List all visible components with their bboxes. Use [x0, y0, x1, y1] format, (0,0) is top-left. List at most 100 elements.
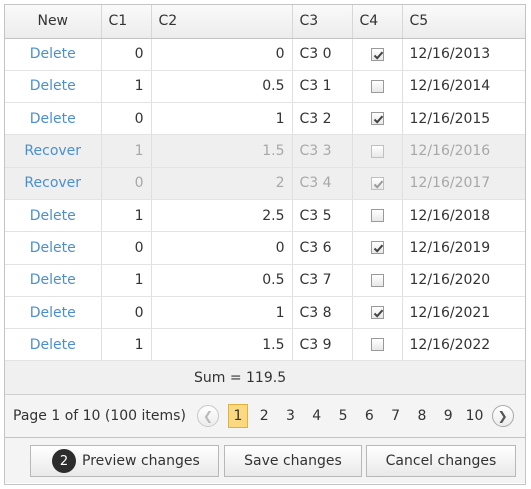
- page-button[interactable]: 3: [277, 404, 303, 428]
- checkbox-unchecked[interactable]: [370, 338, 384, 352]
- column-header-c4[interactable]: C4: [352, 5, 403, 39]
- cell-c3[interactable]: C3 8: [292, 296, 353, 330]
- checkbox-checked[interactable]: [370, 47, 384, 61]
- cell-c5[interactable]: 12/16/2015: [402, 102, 525, 136]
- command-cell: Delete: [5, 296, 102, 330]
- cell-c2[interactable]: 1: [151, 296, 293, 330]
- cell-c4: [352, 38, 403, 71]
- cell-c4: [352, 264, 403, 297]
- cell-c2[interactable]: 2.5: [151, 199, 293, 233]
- cell-c1[interactable]: 1: [101, 264, 152, 297]
- cell-c1[interactable]: 0: [101, 102, 152, 136]
- cell-c2[interactable]: 0.5: [151, 70, 293, 104]
- column-header-c1[interactable]: C1: [101, 5, 152, 39]
- preview-changes-button[interactable]: 2 Preview changes: [30, 445, 219, 478]
- cell-c1[interactable]: 1: [101, 134, 152, 168]
- delete-link[interactable]: Delete: [30, 240, 76, 256]
- cell-c1[interactable]: 0: [101, 296, 152, 330]
- table-row: Recover 0 2 C3 4 12/16/2017: [5, 167, 525, 200]
- cell-c5[interactable]: 12/16/2022: [402, 328, 525, 362]
- cell-c2[interactable]: 1.5: [151, 328, 293, 362]
- cell-c4: [352, 102, 403, 136]
- checkbox-unchecked[interactable]: [370, 273, 384, 287]
- cell-c5[interactable]: 12/16/2017: [402, 167, 525, 200]
- page-button[interactable]: 8: [409, 404, 435, 428]
- cell-c3[interactable]: C3 5: [292, 199, 353, 233]
- page-button[interactable]: 4: [304, 404, 330, 428]
- save-changes-button[interactable]: Save changes: [224, 445, 362, 478]
- cell-c4: [352, 167, 403, 200]
- page-button[interactable]: 7: [382, 404, 408, 428]
- cell-c1[interactable]: 1: [101, 328, 152, 362]
- delete-link[interactable]: Delete: [30, 78, 76, 94]
- checkbox-checked[interactable]: [370, 176, 384, 190]
- cell-c5[interactable]: 12/16/2018: [402, 199, 525, 233]
- checkbox-unchecked[interactable]: [370, 79, 384, 93]
- cell-c5[interactable]: 12/16/2013: [402, 38, 525, 71]
- recover-link[interactable]: Recover: [24, 143, 81, 159]
- page-button[interactable]: 10: [461, 404, 487, 428]
- cell-c2[interactable]: 2: [151, 167, 293, 200]
- page-button[interactable]: 6: [356, 404, 382, 428]
- cell-c4: [352, 134, 403, 168]
- cell-c1[interactable]: 0: [101, 231, 152, 265]
- chevron-left-icon[interactable]: ❮: [197, 405, 219, 428]
- cell-c2[interactable]: 0.5: [151, 264, 293, 297]
- page-button[interactable]: 2: [251, 404, 277, 428]
- chevron-right-icon[interactable]: ❯: [491, 405, 514, 428]
- column-header-new[interactable]: New: [5, 5, 102, 39]
- cell-c1[interactable]: 0: [101, 167, 152, 200]
- cell-c3[interactable]: C3 1: [292, 70, 353, 104]
- sum-text: Sum = 119.5: [194, 370, 287, 387]
- delete-link[interactable]: Delete: [30, 305, 76, 321]
- cell-c3[interactable]: C3 7: [292, 264, 353, 297]
- cell-c5[interactable]: 12/16/2014: [402, 70, 525, 104]
- checkbox-unchecked[interactable]: [370, 209, 384, 223]
- delete-link[interactable]: Delete: [30, 111, 76, 127]
- cell-c4: [352, 328, 403, 362]
- cell-c1[interactable]: 0: [101, 38, 152, 71]
- column-header-c3[interactable]: C3: [292, 5, 353, 39]
- pager: Page 1 of 10 (100 items) ❮ 1 2 3 4 5 6 7 8 9 10 ❯: [5, 395, 525, 439]
- header-row: New C1 C2 C3 C4 C5: [5, 5, 525, 39]
- cell-c3[interactable]: C3 2: [292, 102, 353, 136]
- cell-c5[interactable]: 12/16/2021: [402, 296, 525, 330]
- delete-link[interactable]: Delete: [30, 46, 76, 62]
- cell-c1[interactable]: 1: [101, 70, 152, 104]
- cell-c5[interactable]: 12/16/2020: [402, 264, 525, 297]
- cell-c2[interactable]: 0: [151, 231, 293, 265]
- cell-c3[interactable]: C3 6: [292, 231, 353, 265]
- checkbox-checked[interactable]: [370, 306, 384, 320]
- command-cell: Recover: [5, 167, 102, 200]
- column-header-c2[interactable]: C2: [151, 5, 293, 39]
- delete-link[interactable]: Delete: [30, 208, 76, 224]
- delete-link[interactable]: Delete: [30, 272, 76, 288]
- cell-c2[interactable]: 1: [151, 102, 293, 136]
- page-button-current[interactable]: 1: [228, 404, 248, 429]
- command-cell: Delete: [5, 199, 102, 233]
- checkmark-icon: [373, 244, 383, 254]
- cell-c2[interactable]: 1.5: [151, 134, 293, 168]
- cell-c2[interactable]: 0: [151, 38, 293, 71]
- cancel-changes-button[interactable]: Cancel changes: [366, 445, 516, 478]
- checkmark-icon: [373, 180, 383, 189]
- cell-c4: [352, 70, 403, 104]
- table-row: Delete 0 0 C3 0 12/16/2013: [5, 38, 525, 71]
- pager-info: Page 1 of 10 (100 items): [13, 408, 186, 425]
- cell-c5[interactable]: 12/16/2019: [402, 231, 525, 265]
- checkbox-unchecked[interactable]: [370, 144, 384, 158]
- page-button[interactable]: 5: [330, 404, 356, 428]
- cell-c3[interactable]: C3 3: [292, 134, 353, 168]
- checkbox-checked[interactable]: [370, 241, 384, 255]
- cell-c5[interactable]: 12/16/2016: [402, 134, 525, 168]
- table-row: Delete 0 1 C3 8 12/16/2021: [5, 296, 525, 330]
- cell-c1[interactable]: 1: [101, 199, 152, 233]
- cell-c3[interactable]: C3 4: [292, 167, 353, 200]
- checkbox-checked[interactable]: [370, 112, 384, 126]
- recover-link[interactable]: Recover: [24, 175, 81, 191]
- column-header-c5[interactable]: C5: [402, 5, 525, 39]
- cell-c3[interactable]: C3 9: [292, 328, 353, 362]
- page-button[interactable]: 9: [435, 404, 461, 428]
- delete-link[interactable]: Delete: [30, 337, 76, 353]
- cell-c3[interactable]: C3 0: [292, 38, 353, 71]
